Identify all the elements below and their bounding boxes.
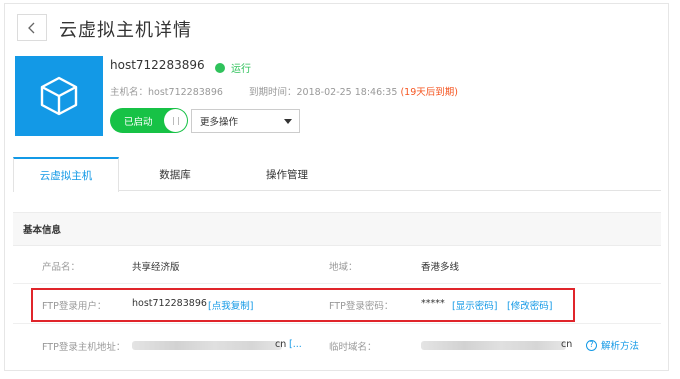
back-button[interactable] bbox=[17, 14, 47, 41]
start-toggle[interactable]: 已启动 bbox=[110, 108, 188, 133]
more-ops-select[interactable]: 更多操作 bbox=[191, 109, 300, 133]
ftp-host-suffix: cn bbox=[275, 339, 287, 350]
info-row-ftp-host: FTP登录主机地址： cn [... 临时域名： cn ? 解析方法 bbox=[13, 324, 661, 364]
expire-warning: (19天后到期) bbox=[400, 87, 458, 98]
product-icon bbox=[15, 56, 103, 136]
product-label: 产品名： bbox=[42, 262, 81, 273]
temp-domain-suffix: cn bbox=[561, 339, 573, 350]
chevron-left-icon bbox=[28, 22, 35, 33]
ftp-host-label: FTP登录主机地址： bbox=[42, 342, 126, 353]
expire-value: 2018-02-25 18:46:35 bbox=[296, 87, 398, 98]
resolve-help-label: 解析方法 bbox=[601, 341, 640, 352]
tab-operations[interactable]: 操作管理 bbox=[231, 157, 343, 191]
question-circle-icon: ? bbox=[586, 339, 597, 351]
expire-label: 到期时间： bbox=[248, 87, 297, 98]
redacted-temp-domain bbox=[421, 341, 566, 350]
status-text: 运行 bbox=[231, 64, 251, 75]
resolve-help-link[interactable]: ? 解析方法 bbox=[586, 338, 639, 352]
temp-domain-label: 临时域名： bbox=[329, 342, 377, 353]
region-value: 香港多线 bbox=[421, 262, 460, 273]
hostname-label: 主机名： bbox=[110, 87, 149, 98]
hostname-value: host712283896 bbox=[148, 87, 223, 98]
detail-panel: 云虚拟主机详情 host712283896 运行 主机名：host7122838… bbox=[4, 3, 669, 371]
toggle-knob bbox=[164, 109, 187, 132]
tab-database[interactable]: 数据库 bbox=[119, 157, 231, 191]
redacted-ftp-host bbox=[132, 341, 282, 350]
region-label: 地域： bbox=[329, 262, 358, 273]
tab-virtual-host[interactable]: 云虚拟主机 bbox=[13, 157, 119, 192]
section-title: 基本信息 bbox=[13, 212, 661, 246]
info-row-product: 产品名： 共享经济版 地域： 香港多线 bbox=[13, 246, 661, 284]
page-title: 云虚拟主机详情 bbox=[59, 20, 192, 41]
toggle-label: 已启动 bbox=[124, 116, 153, 128]
tab-label: 操作管理 bbox=[266, 168, 308, 181]
product-value: 共享经济版 bbox=[132, 262, 180, 273]
host-meta: 主机名：host712283896 到期时间：2018-02-25 18:46:… bbox=[110, 84, 458, 98]
status-indicator: 运行 bbox=[215, 60, 251, 75]
ftp-host-link[interactable]: [... bbox=[289, 339, 302, 350]
caret-down-icon bbox=[284, 119, 292, 124]
cube-icon bbox=[40, 76, 78, 116]
highlight-box bbox=[31, 288, 575, 322]
pause-icon bbox=[172, 116, 179, 125]
status-dot-icon bbox=[215, 62, 225, 73]
host-name: host712283896 bbox=[110, 58, 205, 72]
tab-label: 数据库 bbox=[159, 168, 191, 181]
tab-bar: 云虚拟主机 数据库 操作管理 bbox=[13, 157, 661, 192]
tab-label: 云虚拟主机 bbox=[39, 170, 93, 182]
more-ops-label: 更多操作 bbox=[200, 117, 239, 128]
